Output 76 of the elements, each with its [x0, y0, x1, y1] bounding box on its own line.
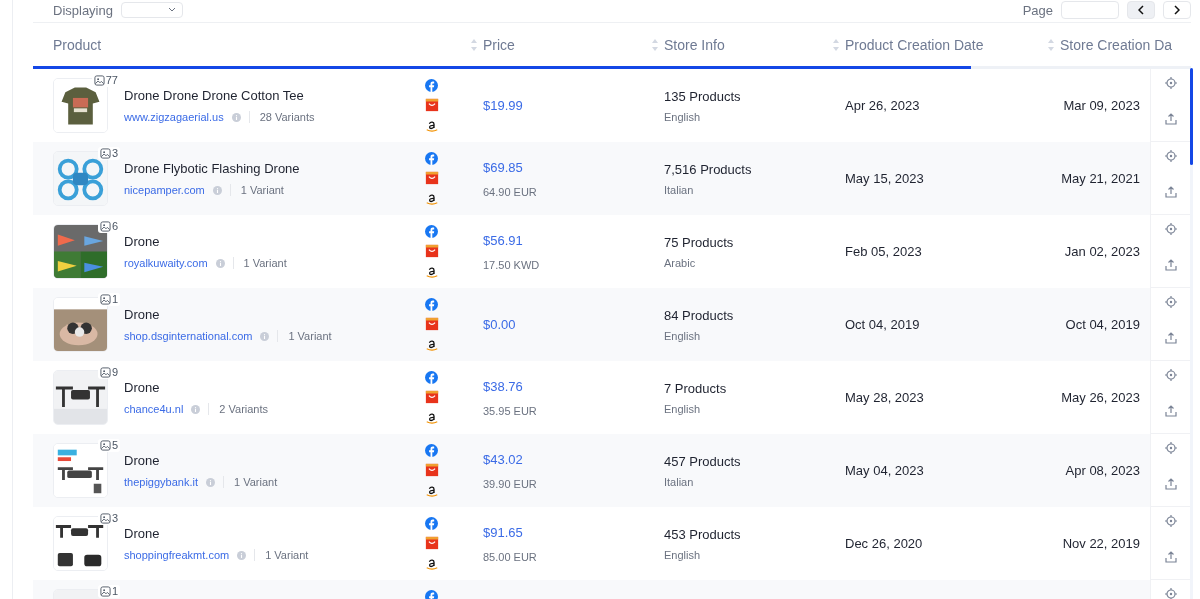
local-price: 64.90 EUR: [483, 185, 538, 198]
price: $56.91: [483, 232, 524, 248]
product-count: 75 Products: [664, 234, 735, 250]
store-language: English: [664, 548, 702, 561]
product-creation-date: May 04, 2023: [845, 463, 924, 478]
local-price: 17.50 KWD: [483, 258, 541, 271]
product-count: 84 Products: [664, 307, 735, 323]
store-link[interactable]: shoppingfreakmt.com: [124, 549, 230, 561]
variant-count: 28 Variants: [259, 111, 315, 123]
price: $91.65: [483, 524, 524, 540]
store-language: Italian: [664, 475, 695, 488]
store-creation-date: Oct 04, 2019: [1065, 317, 1140, 332]
price: $43.02: [483, 451, 524, 467]
variant-count: 1 Variant: [265, 549, 309, 561]
image-count-badge: 1: [97, 585, 120, 598]
price: $69.85: [483, 159, 524, 175]
store-creation-date: May 26, 2023: [1061, 390, 1140, 405]
product-count: 135 Products: [664, 88, 742, 104]
product-name[interactable]: Drone: [124, 453, 425, 468]
product-name[interactable]: Drone Flybotic Flashing Drone: [124, 161, 425, 176]
product-name[interactable]: Drone: [124, 526, 425, 541]
store-creation-date: Apr 08, 2023: [1065, 463, 1140, 478]
variant-count: 1 Variant: [288, 330, 332, 342]
product-name[interactable]: Drone: [124, 380, 425, 395]
store-link[interactable]: www.zigzagaerial.us: [124, 111, 224, 123]
displaying-label: Displaying: [53, 2, 113, 18]
product-name[interactable]: Drone: [124, 234, 425, 249]
image-count-badge: 5: [97, 439, 120, 452]
store-language: Italian: [664, 183, 695, 196]
store-language: English: [664, 402, 702, 415]
store-creation-date: May 21, 2021: [1061, 171, 1140, 186]
image-count-badge: 9: [97, 366, 120, 379]
product-creation-date: Apr 26, 2023: [845, 98, 920, 113]
image-count-badge: 3: [97, 512, 120, 525]
column-header[interactable]: Store Info: [664, 37, 725, 53]
image-count-badge: 77: [91, 74, 120, 87]
product-count: 453 Products: [664, 526, 742, 542]
product-creation-date: Dec 26, 2020: [845, 536, 923, 551]
product-count: 457 Products: [664, 453, 742, 469]
store-creation-date: Nov 22, 2019: [1062, 536, 1140, 551]
product-creation-date: May 28, 2023: [845, 390, 924, 405]
store-link[interactable]: royalkuwaity.com: [124, 257, 208, 269]
variant-count: 1 Variant: [243, 257, 287, 269]
product-creation-date: Oct 04, 2019: [845, 317, 920, 332]
store-language: English: [664, 110, 702, 123]
local-price: 39.90 EUR: [483, 477, 538, 490]
product-count: 7,516 Products: [664, 161, 753, 177]
product-count: 7 Products: [664, 380, 728, 396]
product-name[interactable]: Drone Drone Drone Cotton Tee: [124, 88, 425, 103]
price: $38.76: [483, 378, 524, 394]
image-count-badge: 6: [97, 220, 120, 233]
column-header[interactable]: Store Creation Da: [1060, 37, 1173, 53]
store-link[interactable]: shop.dsginternational.com: [124, 330, 253, 342]
variant-count: 2 Variants: [219, 403, 269, 415]
local-price: 35.95 EUR: [483, 404, 538, 417]
store-link[interactable]: nicepamper.com: [124, 184, 205, 196]
local-price: 85.00 EUR: [483, 550, 538, 563]
store-language: English: [664, 329, 702, 342]
variant-count: 1 Variant: [240, 184, 284, 196]
image-count-badge: 3: [97, 147, 120, 160]
store-creation-date: Jan 02, 2023: [1064, 244, 1140, 259]
store-link[interactable]: chance4u.nl: [124, 403, 184, 415]
column-header[interactable]: Price: [483, 37, 515, 53]
product-creation-date: Feb 05, 2023: [845, 244, 922, 259]
variant-count: 1 Variant: [234, 476, 278, 488]
store-link[interactable]: thepiggybank.it: [124, 476, 198, 488]
price: $0.00: [483, 317, 517, 332]
image-count-badge: 1: [97, 293, 120, 306]
product-creation-date: May 15, 2023: [845, 171, 924, 186]
column-header[interactable]: Product Creation Date: [845, 37, 984, 53]
page-label: Page: [1022, 2, 1053, 18]
product-name[interactable]: Drone: [124, 307, 425, 322]
store-language: Arabic: [664, 256, 697, 269]
price: $19.99: [483, 98, 524, 113]
store-creation-date: Mar 09, 2023: [1063, 98, 1140, 113]
column-header[interactable]: Product: [53, 37, 102, 53]
